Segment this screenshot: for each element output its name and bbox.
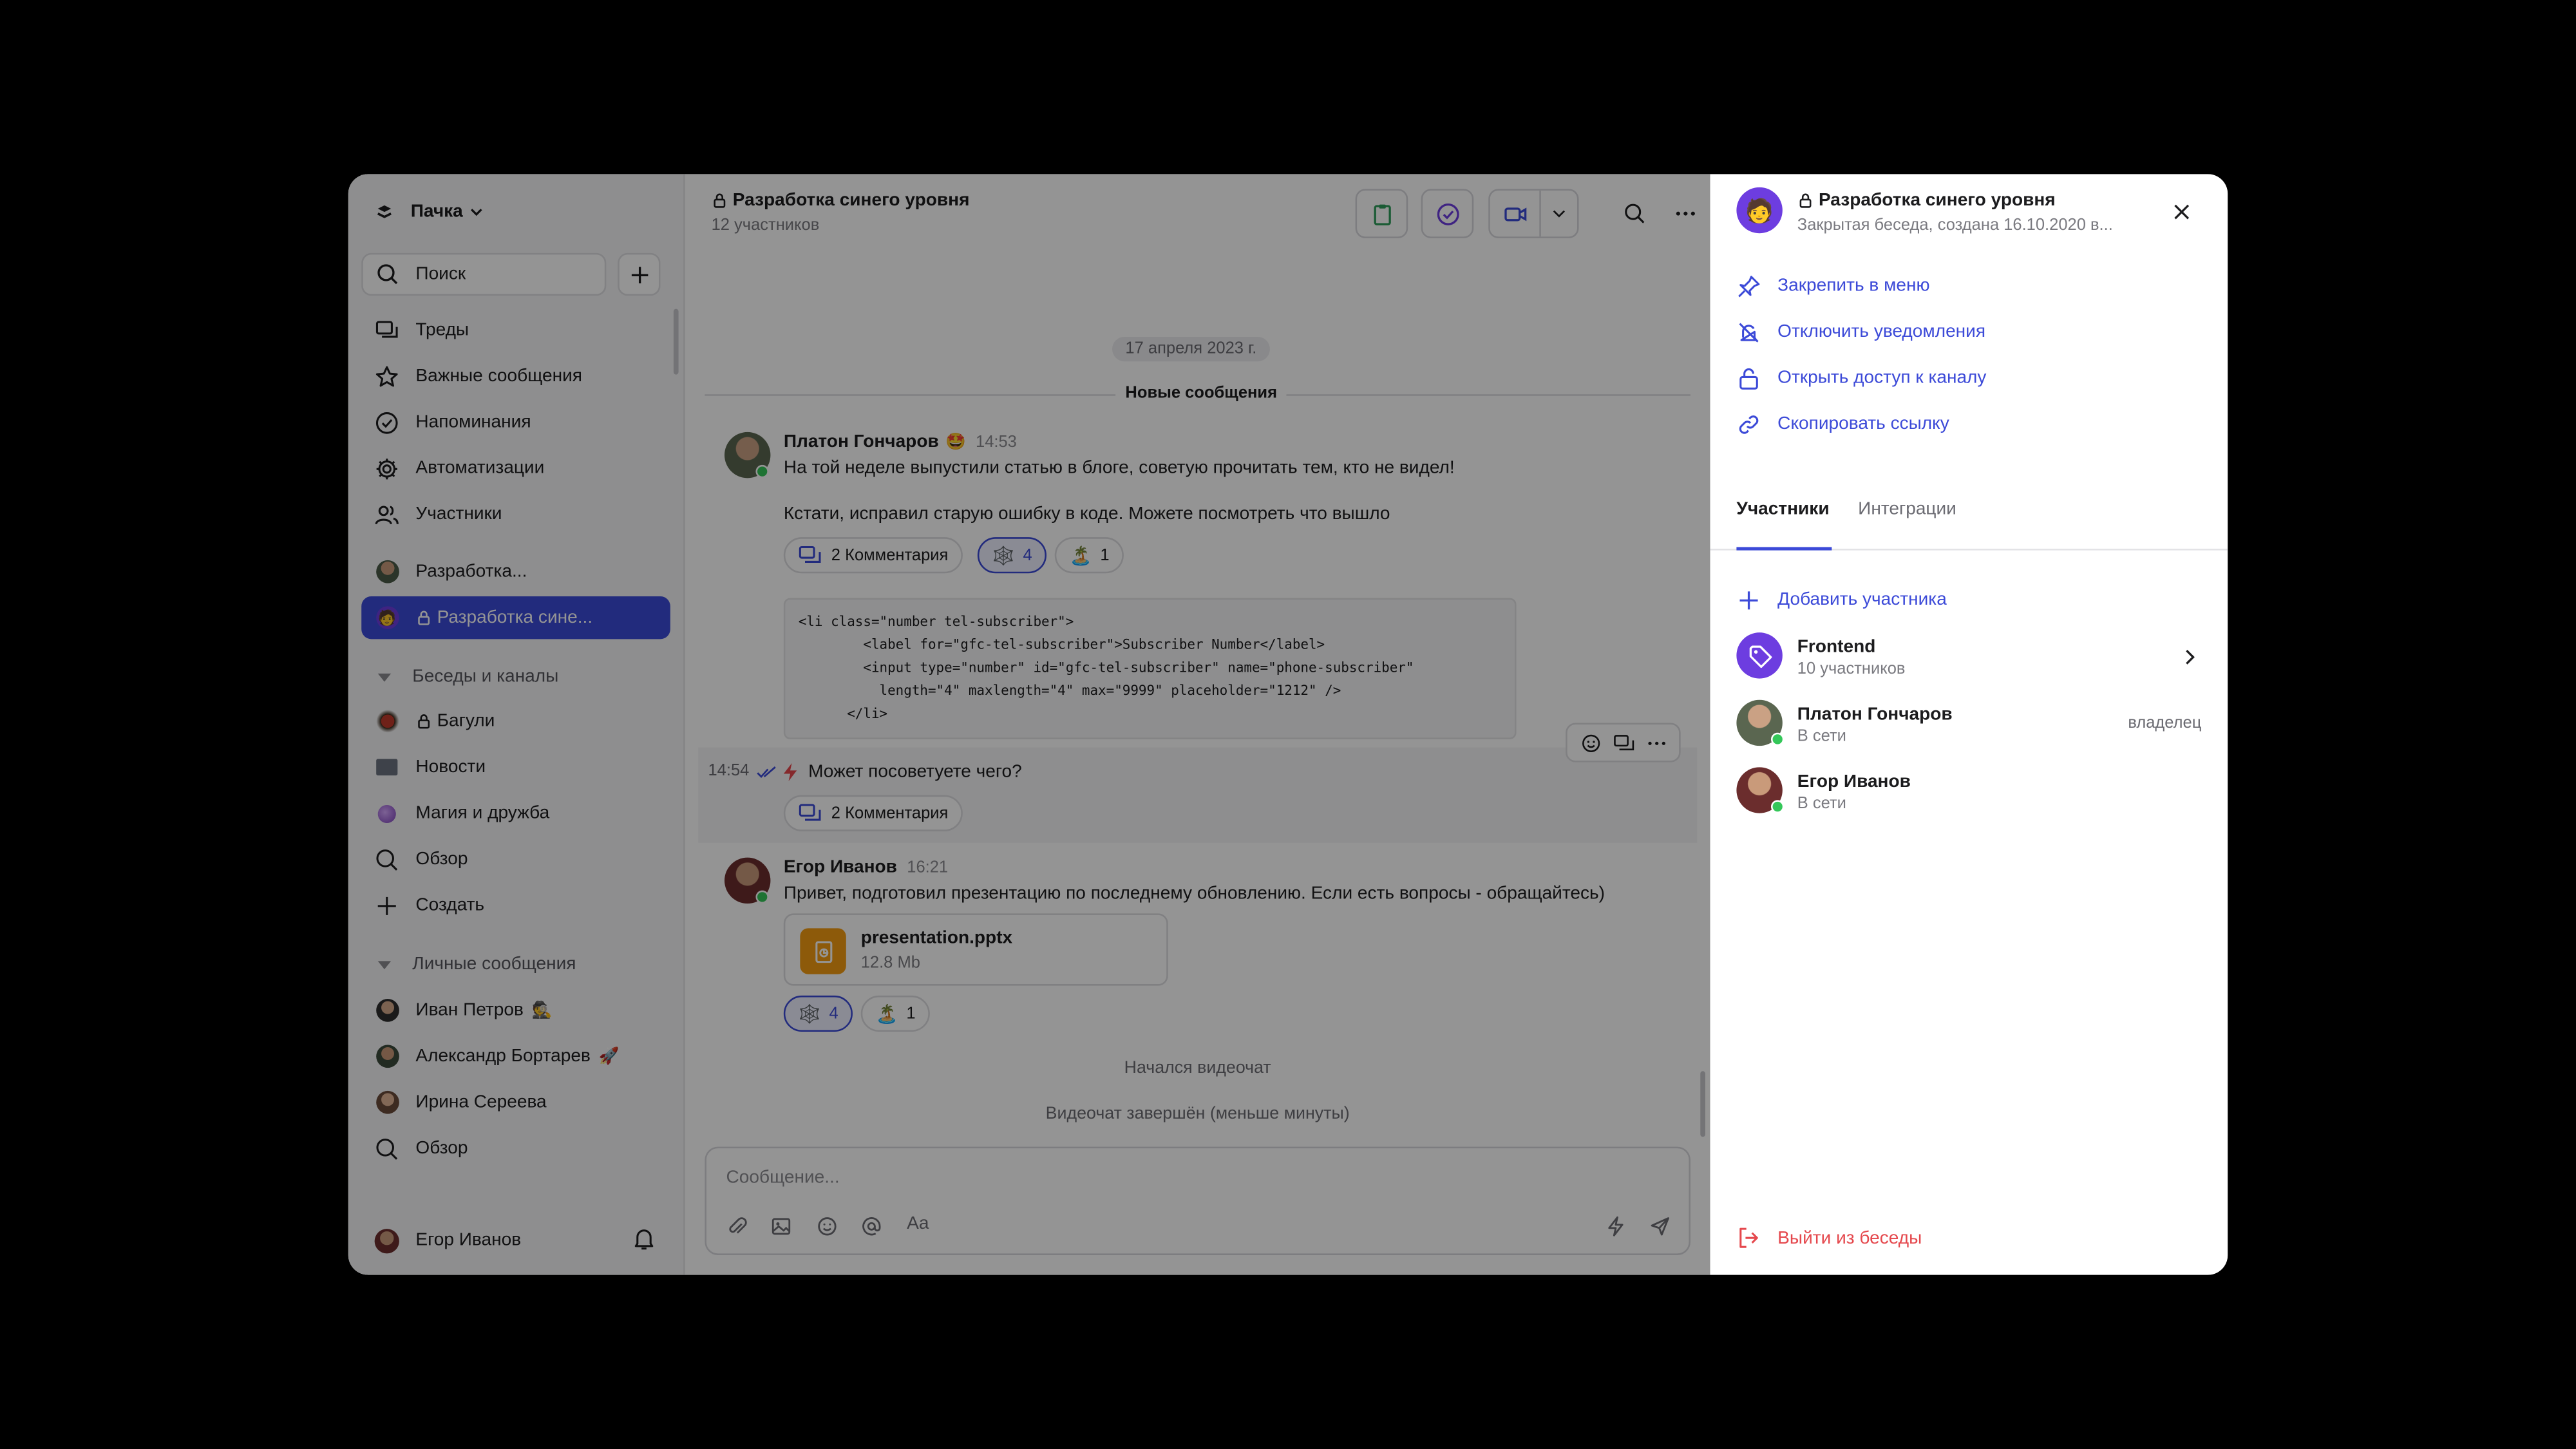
panel-subtitle: Закрытая беседа, создана 16.10.2020 в... xyxy=(1797,216,2113,235)
member-name: Егор Иванов xyxy=(1797,772,1911,792)
tab-integrations[interactable]: Интеграции xyxy=(1858,500,1956,520)
copy-link-button[interactable]: Скопировать ссылку xyxy=(1736,409,1949,439)
app-window: Пачка Поиск Треды Важные сообщения Напом… xyxy=(348,174,2228,1275)
action-label: Отключить уведомления xyxy=(1777,321,1986,342)
leave-chat-button[interactable]: Выйти из беседы xyxy=(1736,1226,1922,1250)
tag-icon xyxy=(1736,632,1783,679)
online-indicator xyxy=(1770,800,1785,813)
logout-icon xyxy=(1739,1227,1758,1248)
action-label: Добавить участника xyxy=(1777,589,1947,610)
add-member-button[interactable]: Добавить участника xyxy=(1736,585,1947,614)
channel-avatar: 🧑 xyxy=(1736,187,1783,234)
lock-icon xyxy=(1799,193,1812,208)
online-indicator xyxy=(1770,732,1785,746)
panel-title-text: Разработка синего уровня xyxy=(1818,190,2056,211)
action-label: Закрепить в меню xyxy=(1777,276,1930,296)
modal-overlay[interactable] xyxy=(348,174,1710,1275)
close-icon[interactable] xyxy=(2170,200,2193,223)
member-name: Платон Гончаров xyxy=(1797,705,1953,724)
tab-members[interactable]: Участники xyxy=(1736,500,1829,520)
bell-off-icon xyxy=(1739,322,1759,342)
member-status: 10 участников xyxy=(1797,660,1906,679)
leave-label: Выйти из беседы xyxy=(1777,1227,1922,1248)
open-access-button[interactable]: Открыть доступ к каналу xyxy=(1736,363,1986,393)
mute-notifications-button[interactable]: Отключить уведомления xyxy=(1736,317,1985,346)
plus-icon xyxy=(1739,591,1758,609)
panel-title: Разработка синего уровня xyxy=(1797,191,2056,211)
chat-info-panel: 🧑 Разработка синего уровня Закрытая бесе… xyxy=(1710,174,2228,1275)
chevron-right-icon xyxy=(2186,650,2195,665)
pin-to-menu-button[interactable]: Закрепить в меню xyxy=(1736,271,1930,301)
link-icon xyxy=(1739,414,1759,433)
member-status: В сети xyxy=(1797,728,1846,746)
action-label: Открыть доступ к каналу xyxy=(1777,368,1987,388)
active-tab-indicator xyxy=(1736,547,1832,551)
member-status: В сети xyxy=(1797,795,1846,813)
unlock-icon xyxy=(1739,367,1758,389)
action-label: Скопировать ссылку xyxy=(1777,413,1949,434)
member-name: Frontend xyxy=(1797,637,1876,658)
member-role: владелец xyxy=(2128,714,2202,733)
pin-icon xyxy=(1738,275,1760,297)
